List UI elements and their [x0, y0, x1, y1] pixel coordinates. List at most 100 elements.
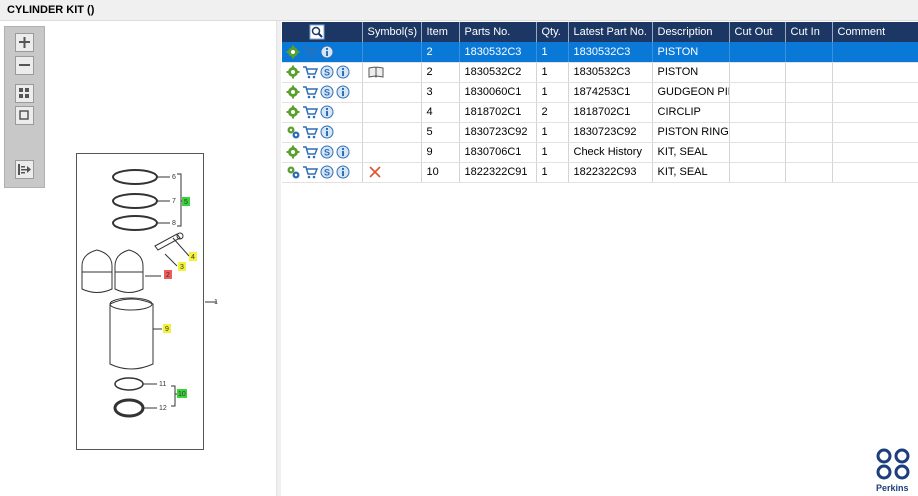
perkins-logo: Perkins: [874, 447, 918, 496]
callout-4: 4: [191, 254, 195, 261]
drawing-pane: 6 7 8 4 3 2 9 11 12 1 5 10: [0, 21, 276, 496]
row-actions: [282, 42, 363, 63]
row-actions: [282, 102, 363, 123]
table-row[interactable]: S 10 1822322C91 1 1822322C93 KIT, SEAL: [282, 162, 918, 183]
supersede-icon[interactable]: S: [320, 85, 334, 99]
parts-illustration: 6 7 8 4 3 2 9 11 12 1 5 10: [81, 169, 218, 418]
row-symbol[interactable]: [362, 162, 422, 183]
supersede-icon[interactable]: S: [320, 165, 334, 179]
cross-icon[interactable]: [368, 165, 384, 179]
fit-all-button[interactable]: [15, 84, 34, 103]
gear-icon[interactable]: [286, 65, 300, 79]
row-qty: 1: [536, 142, 569, 163]
row-cut-in: [785, 102, 833, 123]
row-description: GUDGEON PIN: [652, 82, 730, 103]
callout-12: 12: [159, 405, 167, 412]
row-comment: [832, 82, 918, 103]
zoom-in-button[interactable]: [15, 33, 34, 52]
column-latest-part-no[interactable]: Latest Part No.: [568, 22, 653, 42]
row-latest-part-no: 1822322C93: [568, 162, 653, 183]
column-parts-no[interactable]: Parts No.: [459, 22, 537, 42]
info-icon[interactable]: [320, 105, 334, 119]
column-actions[interactable]: [282, 22, 363, 42]
row-cut-in: [785, 82, 833, 103]
plus-icon: [19, 37, 30, 48]
table-row[interactable]: S 2 1830532C2 1 1830532C3 PISTON: [282, 62, 918, 83]
gear-icon[interactable]: [286, 105, 300, 119]
multi-gear-icon[interactable]: [286, 125, 300, 139]
row-part-no: 1830060C1: [459, 82, 537, 103]
row-part-no: 1822322C91: [459, 162, 537, 183]
cart-icon[interactable]: [302, 45, 318, 59]
table-row[interactable]: 2 1830532C3 1 1830532C3 PISTON: [282, 42, 918, 63]
callout-9: 9: [165, 326, 169, 333]
callout-3: 3: [180, 264, 184, 271]
row-item: 2: [421, 42, 460, 63]
row-comment: [832, 122, 918, 143]
cart-icon[interactable]: [302, 65, 318, 79]
supersede-icon[interactable]: S: [320, 145, 334, 159]
info-icon[interactable]: [336, 145, 350, 159]
cart-icon[interactable]: [302, 145, 318, 159]
row-part-no: 1818702C1: [459, 102, 537, 123]
column-cut-in[interactable]: Cut In: [785, 22, 833, 42]
row-symbol[interactable]: [362, 62, 422, 83]
row-qty: 1: [536, 122, 569, 143]
row-latest-part-no: Check History: [568, 142, 653, 163]
column-symbols[interactable]: Symbol(s): [362, 22, 422, 42]
cart-icon[interactable]: [302, 85, 318, 99]
cart-icon[interactable]: [302, 105, 318, 119]
info-icon[interactable]: [320, 125, 334, 139]
row-comment: [832, 142, 918, 163]
column-qty[interactable]: Qty.: [536, 22, 569, 42]
table-row[interactable]: S 3 1830060C1 1 1874253C1 GUDGEON PIN: [282, 82, 918, 103]
gear-icon[interactable]: [286, 85, 300, 99]
cart-icon[interactable]: [302, 125, 318, 139]
row-symbol: [362, 122, 422, 143]
row-latest-part-no: 1830532C3: [568, 42, 653, 63]
parts-table: Symbol(s) Item Parts No. Qty. Latest Par…: [282, 22, 918, 183]
window-title: CYLINDER KIT (): [7, 4, 95, 16]
table-row[interactable]: 5 1830723C92 1 1830723C92 PISTON RING: [282, 122, 918, 143]
gear-icon[interactable]: [286, 45, 300, 59]
row-cut-in: [785, 162, 833, 183]
row-item: 9: [421, 142, 460, 163]
table-row[interactable]: S 9 1830706C1 1 Check History KIT, SEAL: [282, 142, 918, 163]
multi-gear-icon[interactable]: [286, 165, 300, 179]
column-description[interactable]: Description: [652, 22, 730, 42]
row-symbol: [362, 102, 422, 123]
cart-icon[interactable]: [302, 165, 318, 179]
info-icon[interactable]: [336, 165, 350, 179]
row-cut-out: [729, 102, 786, 123]
row-actions: S: [282, 62, 363, 83]
table-row[interactable]: 4 1818702C1 2 1818702C1 CIRCLIP: [282, 102, 918, 123]
callout-6: 6: [172, 174, 176, 181]
info-icon[interactable]: [336, 65, 350, 79]
book-icon[interactable]: [368, 65, 384, 79]
row-description: KIT, SEAL: [652, 162, 730, 183]
title-bar: CYLINDER KIT (): [0, 0, 918, 21]
row-item: 10: [421, 162, 460, 183]
column-comment[interactable]: Comment: [832, 22, 918, 42]
row-qty: 1: [536, 162, 569, 183]
exploded-parts-drawing[interactable]: 6 7 8 4 3 2 9 11 12 1 5 10: [76, 153, 218, 450]
row-comment: [832, 162, 918, 183]
row-qty: 1: [536, 62, 569, 83]
column-item[interactable]: Item: [421, 22, 460, 42]
group-tag-10: 10: [178, 391, 186, 398]
row-symbol: [362, 82, 422, 103]
export-button[interactable]: [15, 160, 34, 179]
perkins-logo-mark: [876, 448, 910, 480]
info-icon[interactable]: [336, 85, 350, 99]
gear-icon[interactable]: [286, 145, 300, 159]
zoom-out-button[interactable]: [15, 56, 34, 75]
row-latest-part-no: 1818702C1: [568, 102, 653, 123]
row-qty: 2: [536, 102, 569, 123]
column-cut-out[interactable]: Cut Out: [729, 22, 786, 42]
callout-7: 7: [172, 198, 176, 205]
info-icon[interactable]: [320, 45, 334, 59]
actual-size-button[interactable]: [15, 106, 34, 125]
supersede-icon[interactable]: S: [320, 65, 334, 79]
export-icon: [18, 164, 31, 175]
row-cut-in: [785, 142, 833, 163]
